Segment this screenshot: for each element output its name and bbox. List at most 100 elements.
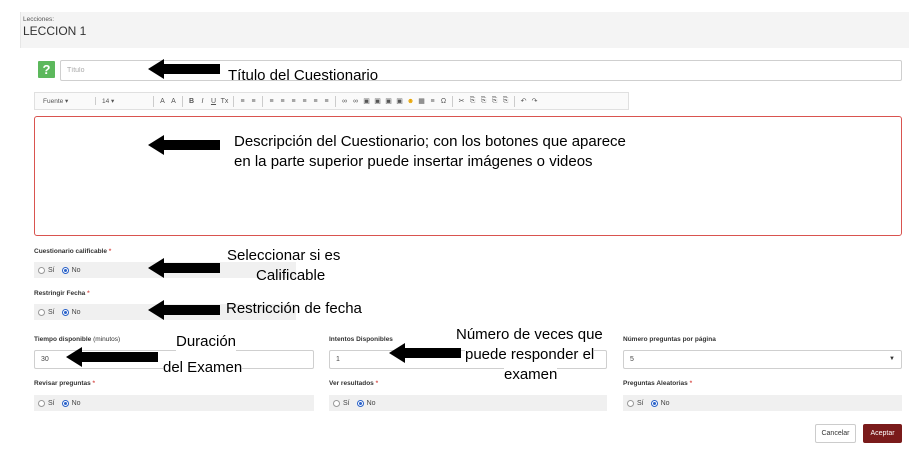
text-color-icon[interactable]: A	[158, 98, 167, 105]
bg-color-icon[interactable]: A	[169, 98, 178, 105]
ver-resultados-option-si[interactable]: Sí	[333, 399, 350, 407]
justify-icon[interactable]: ≡	[322, 98, 331, 105]
annotation-arrow-icon	[148, 59, 220, 79]
lesson-small-label: Lecciones:	[23, 16, 55, 23]
restringir-option-no[interactable]: No	[61, 308, 81, 316]
undo-icon[interactable]: ↶	[519, 97, 528, 105]
option-si-label: Sí	[637, 399, 644, 407]
toolbar-divider	[452, 95, 453, 107]
radio-si[interactable]	[38, 308, 45, 316]
annotation-calificable-2: Calificable	[256, 267, 326, 284]
clear-format-icon[interactable]: Tx	[220, 98, 229, 105]
num-preguntas-label: Número preguntas por página	[623, 336, 716, 343]
align-center-icon[interactable]: ≡	[300, 98, 309, 105]
annotation-descripcion-1: Descripción del Cuestionario; con los bo…	[234, 133, 626, 150]
revisar-radio-group: Sí No	[34, 395, 314, 411]
annotation-veces-3: examen	[504, 366, 558, 384]
cut-icon[interactable]: ✂	[457, 97, 466, 105]
embed-icon[interactable]: ▣	[384, 97, 393, 105]
calificable-label: Cuestionario calificable *	[34, 248, 111, 255]
chevron-down-icon: ▼	[889, 356, 895, 362]
tiempo-label: Tiempo disponible (minutos)	[34, 336, 120, 343]
annotation-restriccion: Restricción de fecha	[226, 300, 362, 317]
radio-si[interactable]	[627, 399, 634, 407]
font-select[interactable]: Fuente ▾	[35, 97, 95, 105]
required-mark: *	[689, 380, 693, 387]
lesson-title: LECCION 1	[23, 24, 87, 38]
aleatorias-option-si[interactable]: Sí	[627, 399, 644, 407]
restringir-label-text: Restringir Fecha	[34, 290, 86, 297]
size-select-label: 14	[102, 98, 110, 105]
aleatorias-label-text: Preguntas Aleatorias	[623, 380, 688, 387]
toolbar-divider	[153, 95, 154, 107]
num-preguntas-select[interactable]: 5 ▼	[623, 350, 902, 369]
radio-no[interactable]	[61, 266, 69, 274]
horizontal-rule-icon[interactable]: ≡	[428, 98, 437, 105]
emoji-icon[interactable]: ☻	[406, 98, 415, 105]
option-no-label: No	[71, 266, 81, 274]
radio-si[interactable]	[333, 399, 340, 407]
radio-no[interactable]	[650, 399, 658, 407]
option-si-label: Sí	[48, 399, 55, 407]
align-right-icon[interactable]: ≡	[311, 98, 320, 105]
annotation-arrow-icon	[148, 300, 220, 320]
option-no-label: No	[660, 399, 670, 407]
annotation-calificable-1: Seleccionar si es	[227, 247, 341, 264]
radio-no[interactable]	[356, 399, 364, 407]
bullet-list-icon[interactable]: ≡	[249, 98, 258, 105]
option-no-label: No	[71, 399, 81, 407]
ver-resultados-option-no[interactable]: No	[356, 399, 376, 407]
editor-toolbar: Fuente ▾ 14 ▾ A A B I U Tx ≡ ≡ ≡ ≡ ≡ ≡ ≡…	[34, 92, 629, 110]
video-icon[interactable]: ▣	[373, 97, 382, 105]
paste-icon[interactable]: ⎘	[479, 97, 488, 105]
toolbar-divider	[262, 95, 263, 107]
radio-no[interactable]	[61, 308, 69, 316]
calificable-label-text: Cuestionario calificable	[34, 248, 107, 255]
copy-icon[interactable]: ⎘	[468, 97, 477, 105]
special-char-icon[interactable]: Ω	[439, 98, 448, 105]
link-icon[interactable]: ∞	[340, 98, 349, 105]
size-select[interactable]: 14 ▾	[95, 97, 150, 105]
numbered-list-icon[interactable]: ≡	[238, 98, 247, 105]
image-icon[interactable]: ▣	[362, 97, 371, 105]
option-si-label: Sí	[343, 399, 350, 407]
unlink-icon[interactable]: ∞	[351, 98, 360, 105]
revisar-option-no[interactable]: No	[61, 399, 81, 407]
media-icon[interactable]: ▣	[395, 97, 404, 105]
ver-resultados-label-text: Ver resultados	[329, 380, 374, 387]
paste-word-icon[interactable]: ⎘	[501, 97, 510, 105]
redo-icon[interactable]: ↷	[530, 97, 539, 105]
indent-icon[interactable]: ≡	[278, 98, 287, 105]
question-icon: ?	[38, 61, 55, 78]
bold-icon[interactable]: B	[187, 98, 196, 105]
annotation-arrow-icon	[148, 258, 220, 278]
paste-text-icon[interactable]: ⎘	[490, 97, 499, 105]
aleatorias-option-no[interactable]: No	[650, 399, 670, 407]
ver-resultados-radio-group: Sí No	[329, 395, 607, 411]
cancel-button[interactable]: Cancelar	[815, 424, 856, 443]
toolbar-divider	[182, 95, 183, 107]
calificable-option-si[interactable]: Sí	[38, 266, 55, 274]
outdent-icon[interactable]: ≡	[267, 98, 276, 105]
radio-si[interactable]	[38, 399, 45, 407]
required-mark: *	[87, 290, 90, 297]
calificable-option-no[interactable]: No	[61, 266, 81, 274]
accept-button[interactable]: Aceptar	[863, 424, 902, 443]
aleatorias-label: Preguntas Aleatorias *	[623, 380, 692, 387]
revisar-option-si[interactable]: Sí	[38, 399, 55, 407]
table-icon[interactable]: ▦	[417, 97, 426, 105]
annotation-duracion-2: del Examen	[163, 359, 243, 377]
required-mark: *	[108, 248, 112, 255]
option-si-label: Sí	[48, 266, 55, 274]
option-no-label: No	[366, 399, 376, 407]
italic-icon[interactable]: I	[198, 98, 207, 105]
radio-no[interactable]	[61, 399, 69, 407]
radio-si[interactable]	[38, 266, 45, 274]
num-preguntas-value: 5	[630, 356, 634, 363]
align-left-icon[interactable]: ≡	[289, 98, 298, 105]
underline-icon[interactable]: U	[209, 98, 218, 105]
restringir-option-si[interactable]: Sí	[38, 308, 55, 316]
annotation-duracion-1: Duración	[176, 333, 237, 351]
annotation-veces-1: Número de veces que	[456, 326, 603, 344]
annotation-arrow-icon	[148, 135, 220, 155]
